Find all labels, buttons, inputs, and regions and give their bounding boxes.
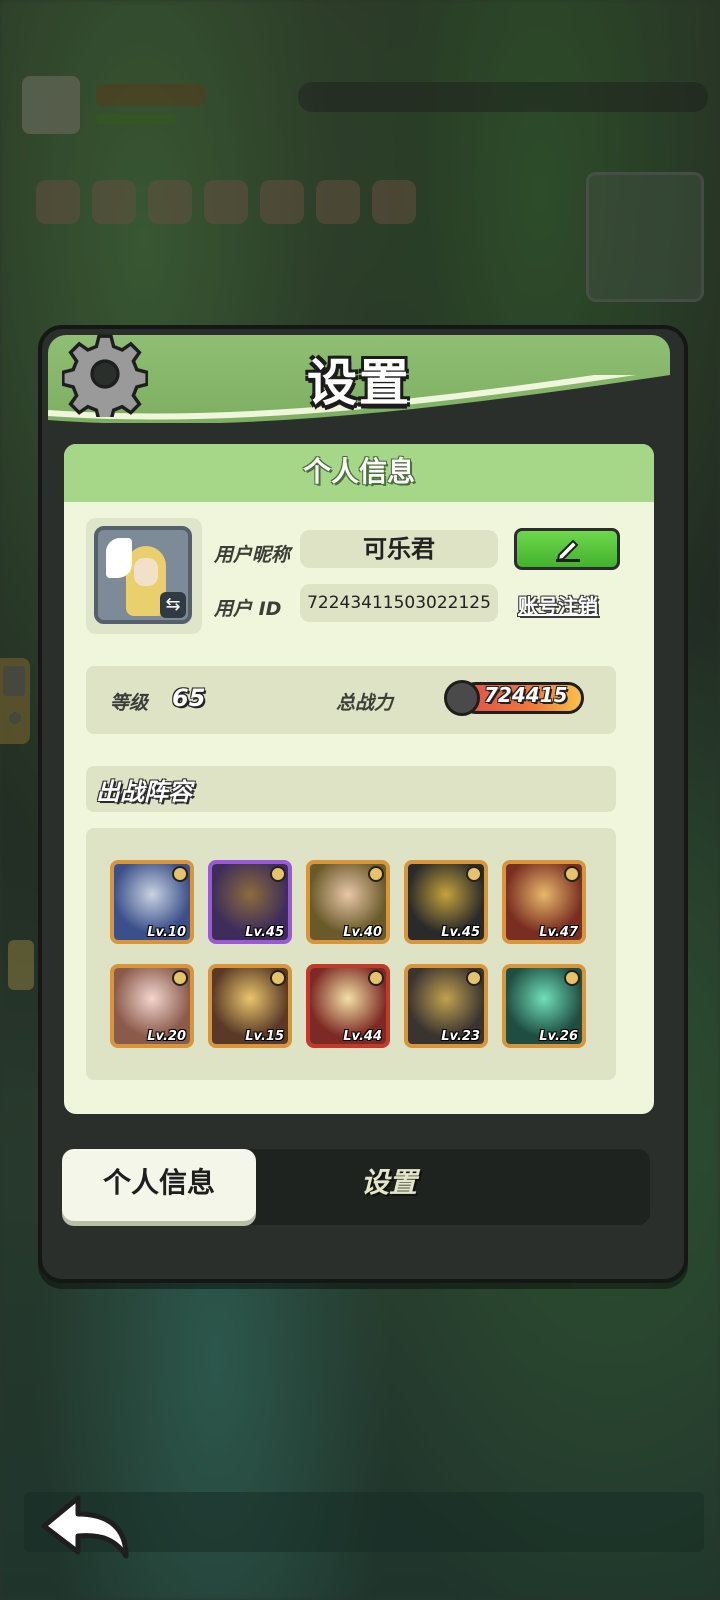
swap-icon[interactable]: ⇆	[160, 592, 186, 618]
hero-card[interactable]: Lv.23	[404, 964, 488, 1048]
hero-level: Lv.20	[147, 1029, 186, 1044]
hero-card[interactable]: Lv.20	[110, 964, 194, 1048]
hero-card[interactable]: Lv.15	[208, 964, 292, 1048]
tab-profile[interactable]: 个人信息	[62, 1149, 256, 1221]
tab-settings[interactable]: 设置	[292, 1149, 486, 1221]
settings-modal: 设置 个人信息 ⇆ 用户昵称 可乐君 用户 ID 722434115030221…	[38, 325, 688, 1283]
hero-level: Lv.45	[441, 925, 480, 940]
element-icon	[368, 970, 384, 986]
hero-level: Lv.45	[245, 925, 284, 940]
element-icon	[368, 866, 384, 882]
element-icon	[564, 970, 580, 986]
stats-row: 等级 65 总战力 724415	[86, 666, 616, 734]
user-id-field: 72243411503022125	[300, 584, 498, 622]
profile-panel: 个人信息 ⇆ 用户昵称 可乐君 用户 ID 72243411503022125 …	[64, 444, 654, 1114]
hero-level: Lv.47	[539, 925, 578, 940]
power-badge: 724415	[444, 678, 596, 720]
tab-bar: 个人信息 设置	[62, 1149, 650, 1225]
element-icon	[466, 866, 482, 882]
level-value: 65	[172, 684, 206, 712]
lineup-header: 出战阵容	[86, 766, 616, 812]
avatar[interactable]: ⇆	[94, 526, 192, 624]
hero-card[interactable]: Lv.45	[208, 860, 292, 944]
element-icon	[172, 970, 188, 986]
hero-level: Lv.15	[245, 1029, 284, 1044]
hero-level: Lv.26	[539, 1029, 578, 1044]
nickname-label: 用户昵称	[214, 544, 291, 566]
pencil-icon	[556, 539, 580, 562]
lineup-grid: Lv.10 Lv.45 Lv.40 Lv.45 Lv.47 Lv.20 Lv.15 Lv.44…	[86, 828, 616, 1080]
level-label: 等级	[110, 692, 149, 714]
edit-nickname-button[interactable]	[514, 528, 620, 570]
hero-card[interactable]: Lv.44	[306, 964, 390, 1048]
power-label: 总战力	[336, 692, 394, 714]
back-arrow-icon[interactable]	[36, 1490, 132, 1562]
element-icon	[466, 970, 482, 986]
power-value: 724415	[484, 683, 568, 707]
element-icon	[172, 866, 188, 882]
lineup-title: 出战阵容	[96, 778, 192, 806]
hero-card[interactable]: Lv.45	[404, 860, 488, 944]
hero-level: Lv.23	[441, 1029, 480, 1044]
gear-icon	[62, 334, 148, 417]
hero-level: Lv.44	[343, 1029, 382, 1044]
hero-level: Lv.40	[343, 925, 382, 940]
avatar-face	[134, 558, 158, 586]
hero-level: Lv.10	[147, 925, 186, 940]
element-icon	[270, 970, 286, 986]
element-icon	[564, 866, 580, 882]
user-id-label: 用户 ID	[214, 598, 282, 620]
cancel-account-link[interactable]: 账号注销	[518, 590, 598, 619]
section-title: 个人信息	[64, 444, 654, 502]
hero-card[interactable]: Lv.10	[110, 860, 194, 944]
avatar-frame[interactable]: ⇆	[86, 518, 202, 634]
avatar-wing	[106, 538, 132, 578]
hero-card[interactable]: Lv.26	[502, 964, 586, 1048]
hero-card[interactable]: Lv.40	[306, 860, 390, 944]
swords-icon	[444, 680, 480, 716]
nickname-field: 可乐君	[300, 530, 498, 568]
element-icon	[270, 866, 286, 882]
hero-card[interactable]: Lv.47	[502, 860, 586, 944]
